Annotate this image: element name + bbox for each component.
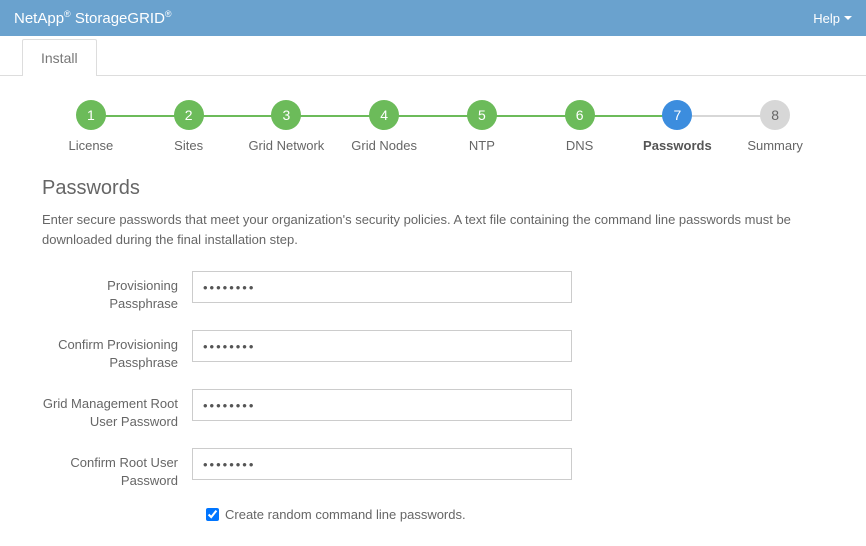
checkbox-random-cli[interactable] (206, 508, 219, 521)
step-number: 4 (369, 100, 399, 130)
step-summary[interactable]: 8 Summary (726, 100, 824, 153)
help-label: Help (813, 11, 840, 26)
step-number: 8 (760, 100, 790, 130)
step-label: Grid Network (248, 138, 324, 153)
brand: NetApp® StorageGRID® (14, 9, 172, 27)
step-grid-nodes[interactable]: 4 Grid Nodes (335, 100, 433, 153)
step-number: 6 (565, 100, 595, 130)
step-number: 5 (467, 100, 497, 130)
input-confirm-root[interactable] (192, 448, 572, 480)
step-sites[interactable]: 2 Sites (140, 100, 238, 153)
row-root: Grid Management Root User Password (42, 389, 824, 430)
input-provisioning[interactable] (192, 271, 572, 303)
step-dns[interactable]: 6 DNS (531, 100, 629, 153)
row-confirm-provisioning: Confirm Provisioning Passphrase (42, 330, 824, 371)
tab-bar: Install (0, 36, 866, 76)
label-confirm-provisioning: Confirm Provisioning Passphrase (42, 330, 192, 371)
input-root[interactable] (192, 389, 572, 421)
label-provisioning: Provisioning Passphrase (42, 271, 192, 312)
step-label: Passwords (643, 138, 712, 153)
step-number: 3 (271, 100, 301, 130)
step-label: Grid Nodes (351, 138, 417, 153)
row-confirm-root: Confirm Root User Password (42, 448, 824, 489)
help-menu[interactable]: Help (813, 11, 852, 26)
step-label: NTP (469, 138, 495, 153)
step-number: 1 (76, 100, 106, 130)
chevron-down-icon (844, 16, 852, 20)
step-label: License (68, 138, 113, 153)
brand-b: StorageGRID (75, 10, 165, 27)
label-random-cli[interactable]: Create random command line passwords. (225, 507, 466, 522)
section-title: Passwords (42, 177, 824, 200)
stepper: 1 License 2 Sites 3 Grid Network 4 Grid Nodes 5 N… (0, 76, 866, 171)
brand-a: NetApp (14, 10, 64, 27)
section-desc: Enter secure passwords that meet your or… (42, 210, 824, 249)
step-number: 2 (174, 100, 204, 130)
step-ntp[interactable]: 5 NTP (433, 100, 531, 153)
reg-icon: ® (165, 9, 172, 19)
top-bar: NetApp® StorageGRID® Help (0, 0, 866, 36)
tab-install[interactable]: Install (22, 39, 97, 76)
row-random-cli: Create random command line passwords. (206, 507, 824, 522)
step-number: 7 (662, 100, 692, 130)
step-grid-network[interactable]: 3 Grid Network (238, 100, 336, 153)
label-root: Grid Management Root User Password (42, 389, 192, 430)
step-label: DNS (566, 138, 593, 153)
label-confirm-root: Confirm Root User Password (42, 448, 192, 489)
step-label: Summary (747, 138, 803, 153)
content: Passwords Enter secure passwords that me… (0, 171, 866, 546)
step-passwords[interactable]: 7 Passwords (629, 100, 727, 153)
step-label: Sites (174, 138, 203, 153)
input-confirm-provisioning[interactable] (192, 330, 572, 362)
row-provisioning: Provisioning Passphrase (42, 271, 824, 312)
reg-icon: ® (64, 9, 71, 19)
step-license[interactable]: 1 License (42, 100, 140, 153)
